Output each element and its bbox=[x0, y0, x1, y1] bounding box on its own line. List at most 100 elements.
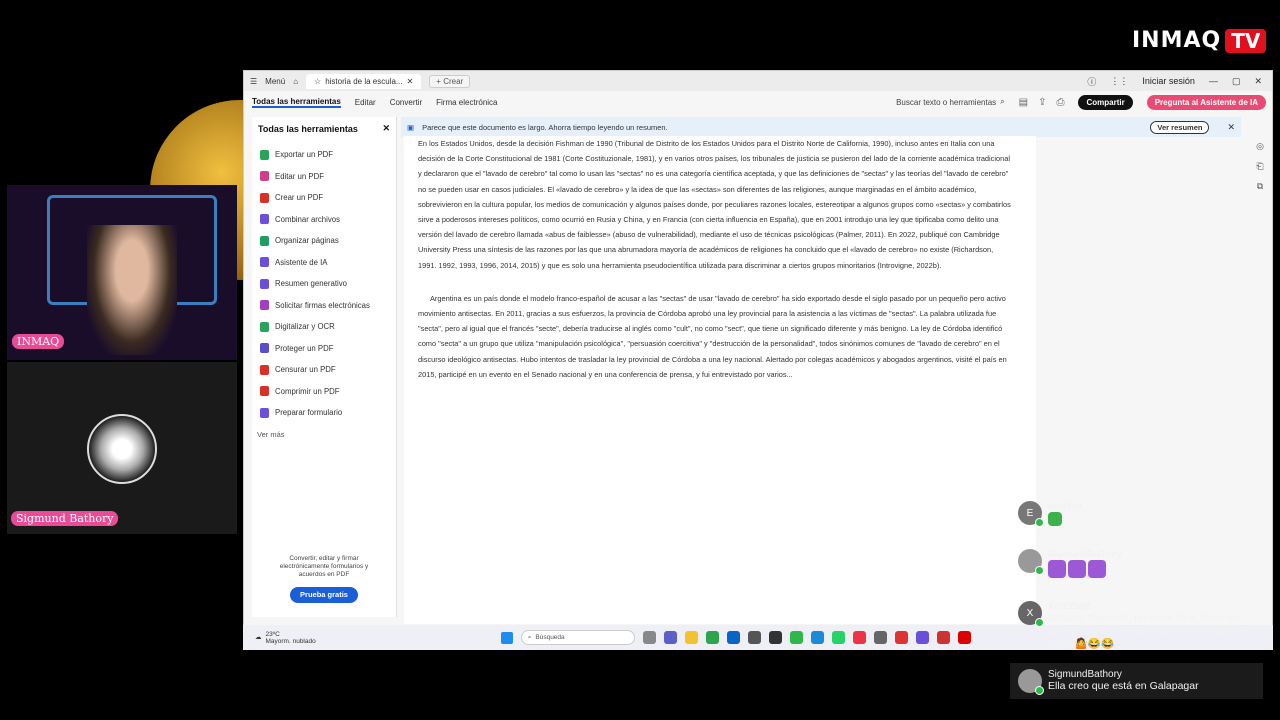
tool-icon bbox=[260, 257, 269, 268]
tool-item[interactable]: Comprimir un PDF bbox=[260, 381, 388, 403]
title-bar: ☰ Menú ⌂ ☆ historia de la escula... ✕ + … bbox=[244, 71, 1272, 91]
close-window-icon[interactable]: ✕ bbox=[1254, 76, 1262, 87]
tool-item[interactable]: Organizar páginas bbox=[260, 230, 388, 252]
tab-edit[interactable]: Editar bbox=[355, 98, 376, 107]
taskbar-search-label: Búsqueda bbox=[535, 634, 565, 641]
minimize-icon[interactable]: — bbox=[1209, 76, 1218, 86]
search-icon: ⌕ bbox=[527, 633, 532, 641]
close-banner-icon[interactable]: ✕ bbox=[1227, 122, 1235, 133]
teams-icon[interactable] bbox=[663, 631, 677, 644]
tool-item[interactable]: Censurar un PDF bbox=[260, 359, 388, 381]
chat-avatar[interactable] bbox=[1018, 669, 1044, 695]
sidebar-footer: Convertir, editar y firmar electrónicame… bbox=[252, 555, 396, 603]
brand-name: INMAQ bbox=[1132, 28, 1222, 53]
excel-icon[interactable] bbox=[789, 631, 803, 644]
tool-item[interactable]: Solicitar firmas electrónicas bbox=[260, 295, 388, 317]
tool-label: Editar un PDF bbox=[275, 171, 324, 181]
tool-item[interactable]: Crear un PDF bbox=[260, 187, 388, 209]
signin-link[interactable]: Iniciar sesión bbox=[1142, 76, 1195, 86]
tool-item[interactable]: Exportar un PDF bbox=[260, 144, 388, 166]
new-tab-button[interactable]: + Crear bbox=[429, 74, 471, 88]
tool-label: Exportar un PDF bbox=[275, 150, 334, 160]
apps-grid-icon[interactable]: ⋮⋮ bbox=[1110, 76, 1128, 87]
tab-convert[interactable]: Convertir bbox=[390, 98, 422, 107]
sidebar-title: Todas las herramientas bbox=[258, 123, 358, 134]
chat-body: Xerezade Gracias Sigmund, no tenía idea. … bbox=[1048, 601, 1255, 651]
app-icon[interactable] bbox=[915, 631, 929, 644]
chat-avatar[interactable]: X bbox=[1018, 601, 1044, 627]
taskbar-search[interactable]: ⌕ Búsqueda bbox=[520, 630, 635, 645]
store-icon[interactable] bbox=[705, 631, 719, 644]
tool-item[interactable]: Preparar formulario bbox=[260, 402, 388, 424]
tool-icon bbox=[260, 171, 269, 182]
brand-tv-badge: TV bbox=[1225, 28, 1267, 53]
home-icon[interactable]: ⌂ bbox=[293, 77, 298, 86]
menu-label[interactable]: Menú bbox=[265, 77, 285, 86]
close-sidebar-icon[interactable]: ✕ bbox=[382, 123, 390, 134]
whatsapp-icon[interactable] bbox=[831, 631, 845, 644]
close-tab-icon[interactable]: ✕ bbox=[407, 77, 414, 86]
tool-item[interactable]: Proteger un PDF bbox=[260, 338, 388, 360]
document-tab[interactable]: ☆ historia de la escula... ✕ bbox=[306, 73, 422, 89]
outlook-icon[interactable] bbox=[726, 631, 740, 644]
chat-message: Eamyliya bbox=[1010, 495, 1263, 537]
try-free-button[interactable]: Prueba gratis bbox=[290, 587, 358, 603]
tool-icon bbox=[260, 321, 269, 332]
windows-start-icon[interactable] bbox=[500, 631, 513, 644]
save-icon[interactable]: ▤ bbox=[1019, 97, 1028, 108]
app-icon[interactable] bbox=[852, 631, 866, 644]
cloud-icon: ☁ bbox=[255, 634, 262, 641]
online-status-icon bbox=[1035, 618, 1044, 627]
tab-all-tools[interactable]: Todas las herramientas bbox=[252, 97, 341, 108]
guest-name-tag: Sigmund Bathory bbox=[11, 511, 119, 526]
comment-icon[interactable]: ◎ bbox=[1256, 141, 1264, 152]
tool-icon bbox=[260, 214, 269, 225]
banner-text: Parece que este documento es largo. Ahor… bbox=[422, 122, 668, 132]
tool-item[interactable]: Editar un PDF bbox=[260, 166, 388, 188]
task-view-icon[interactable] bbox=[642, 631, 656, 644]
ai-assistant-button[interactable]: Pregunta al Asistente de IA bbox=[1146, 94, 1266, 110]
menu-icon[interactable]: ☰ bbox=[250, 77, 257, 86]
app-icon[interactable] bbox=[768, 631, 782, 644]
chat-username[interactable]: amyliya bbox=[1048, 501, 1255, 512]
chrome-icon[interactable] bbox=[747, 631, 761, 644]
tool-item[interactable]: Resumen generativo bbox=[260, 273, 388, 295]
chat-username[interactable]: SigmundBathory bbox=[1048, 549, 1255, 560]
tool-label: Asistente de IA bbox=[275, 257, 328, 267]
chat-username[interactable]: Xerezade bbox=[1048, 601, 1255, 612]
tool-item[interactable]: Digitalizar y OCR bbox=[260, 316, 388, 338]
sidebar-footer-text: Convertir, editar y firmar electrónicame… bbox=[279, 555, 369, 578]
chat-avatar[interactable] bbox=[1018, 549, 1044, 575]
tool-icon bbox=[260, 386, 269, 397]
tool-item[interactable]: Asistente de IA bbox=[260, 252, 388, 274]
chat-text: Gracias Sigmund, no tenía idea. Poco les… bbox=[1048, 612, 1249, 650]
share-button[interactable]: Compartir bbox=[1078, 94, 1133, 110]
acrobat-icon[interactable] bbox=[957, 631, 971, 644]
print-icon[interactable]: ⎙ bbox=[1056, 97, 1064, 108]
tool-search[interactable]: Buscar texto o herramientas ⌕ bbox=[896, 97, 1005, 107]
tool-item[interactable]: Combinar archivos bbox=[260, 209, 388, 231]
bookmark-icon[interactable]: ⎗ bbox=[1256, 161, 1263, 172]
pages-icon[interactable]: ⧉ bbox=[1257, 181, 1263, 192]
view-summary-button[interactable]: Ver resumen bbox=[1150, 120, 1210, 134]
online-status-icon bbox=[1035, 566, 1044, 575]
maximize-icon[interactable]: ▢ bbox=[1232, 76, 1241, 87]
app-icon[interactable] bbox=[873, 631, 887, 644]
document-page[interactable]: En los Estados Unidos, desde la decisión… bbox=[404, 136, 1036, 624]
chat-username[interactable]: SigmundBathory bbox=[1048, 669, 1255, 680]
edge-icon[interactable] bbox=[810, 631, 824, 644]
chat-message: X Xerezade Gracias Sigmund, no tenía idea.… bbox=[1010, 595, 1263, 657]
explorer-icon[interactable] bbox=[684, 631, 698, 644]
upload-icon[interactable]: ⇪ bbox=[1038, 97, 1046, 108]
tool-label: Combinar archivos bbox=[275, 214, 340, 224]
see-more-link[interactable]: Ver más bbox=[252, 430, 396, 439]
weather-widget[interactable]: ☁ 23ºC Mayorm. nublado bbox=[255, 631, 316, 645]
tool-label: Preparar formulario bbox=[275, 408, 343, 418]
chat-avatar[interactable]: E bbox=[1018, 501, 1044, 527]
app-icon[interactable] bbox=[936, 631, 950, 644]
tool-icon bbox=[260, 235, 269, 246]
app-icon[interactable] bbox=[894, 631, 908, 644]
tab-e-sign[interactable]: Firma electrónica bbox=[436, 98, 497, 107]
help-icon[interactable]: ⓘ bbox=[1087, 75, 1096, 88]
right-rail: ◎ ⎗ ⧉ bbox=[1249, 141, 1271, 192]
